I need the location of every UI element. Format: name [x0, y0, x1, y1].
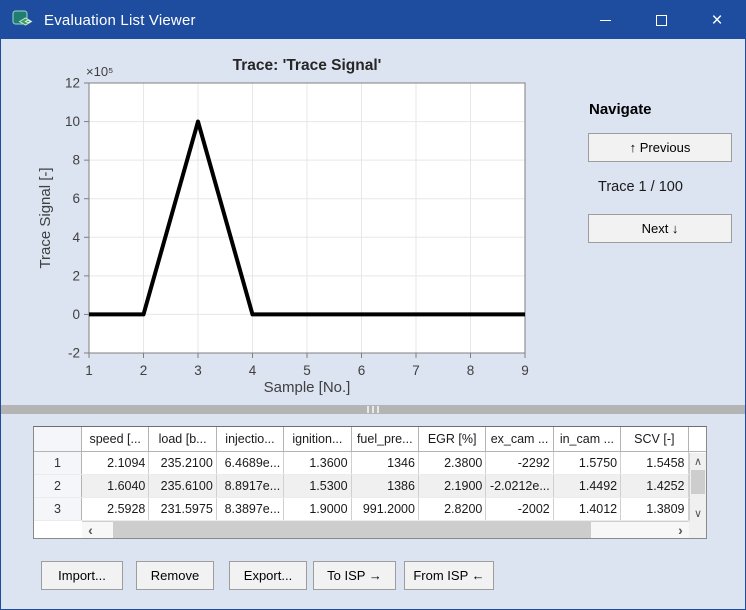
row-number-header	[34, 427, 82, 451]
scrollbar-corner	[689, 521, 706, 538]
close-icon: ×	[711, 11, 722, 30]
close-button[interactable]: ×	[689, 1, 745, 39]
y-tick-label: 12	[65, 76, 80, 91]
y-tick-label: 6	[72, 191, 80, 206]
table-cell[interactable]: 8.8917e...	[217, 475, 284, 497]
column-header: speed [...	[82, 427, 149, 451]
table-cell[interactable]: -2.0212e...	[486, 475, 553, 497]
table-row: 21.6040235.61008.8917e...1.530013862.190…	[34, 475, 706, 498]
x-tick-label: 8	[467, 363, 475, 378]
column-header: ex_cam ...	[486, 427, 553, 451]
table-cell[interactable]: 8.3897e...	[217, 498, 284, 520]
vertical-scrollbar-thumb[interactable]	[691, 470, 705, 494]
row-number: 2	[34, 475, 82, 497]
splitter-grip-icon	[367, 406, 369, 413]
table-cell[interactable]: 2.8200	[419, 498, 486, 520]
table-body: 12.1094235.21006.4689e...1.360013462.380…	[34, 452, 706, 521]
table-cell[interactable]: 1346	[352, 452, 419, 474]
maximize-icon	[656, 15, 667, 26]
column-header: injectio...	[217, 427, 284, 451]
horizontal-scrollbar-track[interactable]	[99, 522, 672, 538]
window-controls: ×	[577, 1, 745, 39]
table-cell[interactable]: -2002	[486, 498, 553, 520]
y-tick-label: 10	[65, 114, 80, 129]
y-tick-label: -2	[68, 346, 80, 361]
table-cell[interactable]: 235.2100	[149, 452, 216, 474]
y-tick-label: 0	[72, 307, 80, 322]
column-header: fuel_pre...	[352, 427, 419, 451]
to-isp-button[interactable]: To ISP →	[313, 561, 396, 590]
table-cell[interactable]: 231.5975	[149, 498, 216, 520]
table-cell[interactable]: 235.6100	[149, 475, 216, 497]
x-tick-label: 9	[521, 363, 529, 378]
table-cell[interactable]: 6.4689e...	[217, 452, 284, 474]
table-cell[interactable]: 1.5300	[284, 475, 351, 497]
column-header: EGR [%]	[419, 427, 486, 451]
table-cell[interactable]: 1.6040	[82, 475, 149, 497]
horizontal-scrollbar[interactable]: ‹ ›	[82, 521, 689, 538]
evaluation-list-viewer-window: Evaluation List Viewer × Trace: 'Trace S…	[0, 0, 746, 610]
column-header: in_cam ...	[554, 427, 621, 451]
x-tick-label: 1	[85, 363, 93, 378]
horizontal-scrollbar-thumb[interactable]	[113, 522, 591, 538]
table-cell[interactable]: -2292	[486, 452, 553, 474]
table-cell[interactable]: 1.4492	[554, 475, 621, 497]
column-header: ignition...	[284, 427, 351, 451]
next-button[interactable]: Next ↓	[588, 214, 732, 243]
minimize-icon	[600, 20, 611, 21]
from-isp-button[interactable]: From ISP ←	[404, 561, 494, 590]
table-cell[interactable]: 1.3809	[621, 498, 688, 520]
scroll-left-icon[interactable]: ‹	[82, 522, 99, 538]
row-number: 3	[34, 498, 82, 520]
scroll-up-icon[interactable]: ∧	[690, 453, 706, 469]
splitter-grip-icon	[372, 406, 374, 413]
y-tick-label: 4	[72, 230, 80, 245]
table-row: 12.1094235.21006.4689e...1.360013462.380…	[34, 452, 706, 475]
splitter-grip-icon	[377, 406, 379, 413]
x-tick-label: 5	[303, 363, 311, 378]
trace-position-label: Trace 1 / 100	[598, 179, 683, 195]
minimize-button[interactable]	[577, 1, 633, 39]
scroll-right-icon[interactable]: ›	[672, 522, 689, 538]
table-row: 32.5928231.59758.3897e...1.9000991.20002…	[34, 498, 706, 521]
table-cell[interactable]: 1.3600	[284, 452, 351, 474]
app-icon	[12, 10, 34, 30]
x-tick-label: 3	[194, 363, 202, 378]
table-cell[interactable]: 1386	[352, 475, 419, 497]
table-cell[interactable]: 1.4252	[621, 475, 688, 497]
column-header: load [b...	[149, 427, 216, 451]
x-tick-label: 7	[412, 363, 420, 378]
window-title: Evaluation List Viewer	[44, 12, 196, 29]
evaluation-table: speed [...load [b...injectio...ignition.…	[33, 426, 707, 539]
export-button[interactable]: Export...	[229, 561, 307, 590]
window-content: Trace: 'Trace Signal' ×10⁵ Trace Signal …	[1, 39, 745, 609]
table-cell[interactable]: 1.5458	[621, 452, 688, 474]
navigate-heading: Navigate	[589, 101, 652, 118]
horizontal-splitter[interactable]	[1, 405, 745, 414]
table-cell[interactable]: 991.2000	[352, 498, 419, 520]
x-tick-label: 4	[249, 363, 257, 378]
import-button[interactable]: Import...	[41, 561, 123, 590]
table-cell[interactable]: 2.1094	[82, 452, 149, 474]
table-cell[interactable]: 2.1900	[419, 475, 486, 497]
maximize-button[interactable]	[633, 1, 689, 39]
x-tick-label: 2	[140, 363, 148, 378]
vertical-scrollbar[interactable]: ∧ ∨	[689, 453, 706, 521]
table-cell[interactable]: 1.5750	[554, 452, 621, 474]
scroll-down-icon[interactable]: ∨	[690, 505, 706, 521]
table-cell[interactable]: 2.5928	[82, 498, 149, 520]
table-cell[interactable]: 1.9000	[284, 498, 351, 520]
y-tick-label: 8	[72, 153, 80, 168]
previous-button[interactable]: ↑ Previous	[588, 133, 732, 162]
table-header-row: speed [...load [b...injectio...ignition.…	[34, 427, 706, 452]
row-number: 1	[34, 452, 82, 474]
y-tick-label: 2	[72, 268, 80, 283]
x-tick-label: 6	[358, 363, 366, 378]
trace-signal-chart: 123456789-2024681012	[1, 39, 571, 405]
table-cell[interactable]: 2.3800	[419, 452, 486, 474]
column-header: SCV [-]	[621, 427, 688, 451]
table-cell[interactable]: 1.4012	[554, 498, 621, 520]
remove-button[interactable]: Remove	[136, 561, 214, 590]
title-bar: Evaluation List Viewer ×	[1, 1, 745, 39]
